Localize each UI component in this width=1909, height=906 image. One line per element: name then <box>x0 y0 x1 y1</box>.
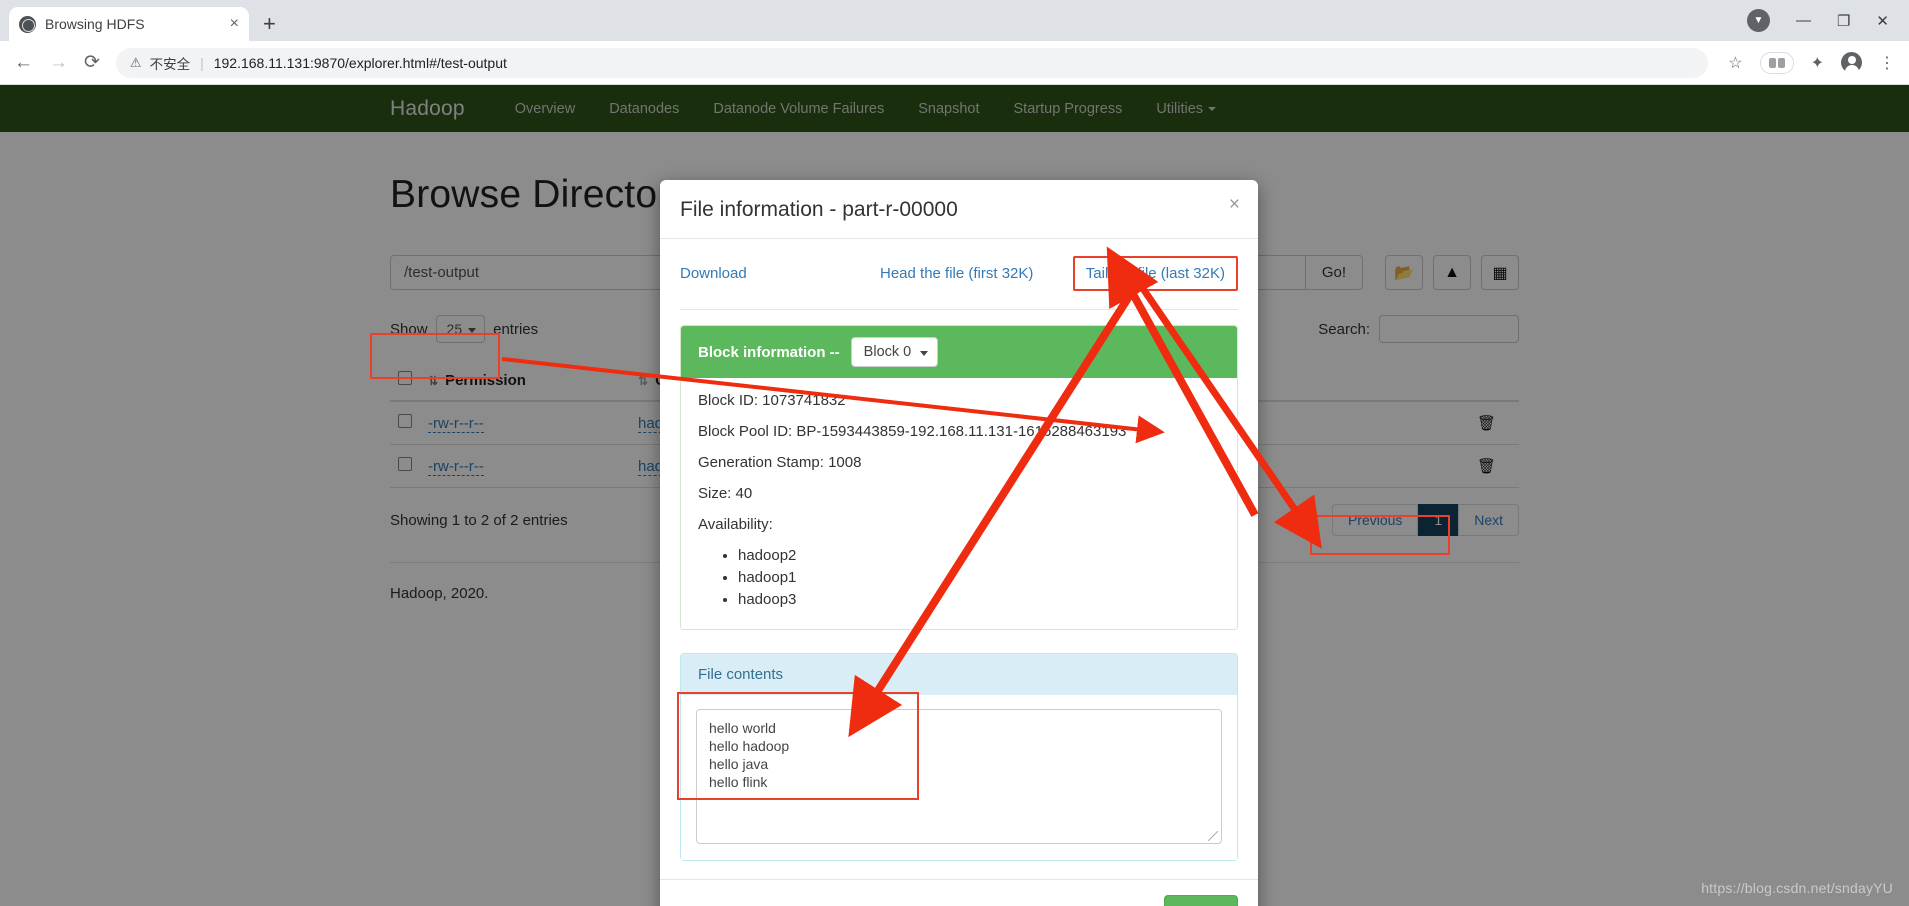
window-controls: ▼ — ❐ ✕ <box>1746 0 1909 41</box>
minimize-button[interactable]: — <box>1796 12 1811 29</box>
download-icon[interactable]: ▼ <box>1746 9 1770 32</box>
page-viewport: Hadoop Overview Datanodes Datanode Volum… <box>0 85 1909 906</box>
warning-icon: ⚠ <box>129 54 142 70</box>
list-item: hadoop3 <box>738 591 1220 608</box>
list-item: hadoop1 <box>738 569 1220 586</box>
close-button[interactable]: Close <box>1163 895 1238 906</box>
block-information-label: Block information -- <box>698 343 840 361</box>
block-information-header: Block information -- Block 0 <box>681 326 1237 378</box>
dialog-footer: Close <box>660 879 1258 906</box>
bookmark-star-icon[interactable]: ☆ <box>1728 53 1742 73</box>
security-label: 不安全 <box>149 56 191 72</box>
file-contents-textarea[interactable]: hello world hello hadoop hello java hell… <box>696 709 1222 844</box>
address-bar[interactable]: ⚠ 不安全 | 192.168.11.131:9870/explorer.htm… <box>115 47 1709 78</box>
resize-handle-icon[interactable] <box>1208 831 1218 841</box>
block-id: Block ID: 1073741832 <box>698 392 846 409</box>
file-action-links: Download Head the file (first 32K) Tail … <box>680 256 1238 291</box>
tail-file-link[interactable]: Tail the file (last 32K) <box>1072 256 1238 291</box>
browser-window: Browsing HDFS × + ▼ — ❐ ✕ ← → ⟳ ⚠ 不安全 | … <box>0 0 1909 906</box>
media-panel-icon[interactable] <box>1759 51 1794 74</box>
dialog-title: File information - part-r-00000 <box>680 198 958 221</box>
block-size-value: Size: 40 <box>698 485 753 502</box>
head-file-link[interactable]: Head the file (first 32K) <box>880 265 1073 282</box>
new-tab-button[interactable]: + <box>263 13 276 35</box>
globe-icon <box>19 15 36 33</box>
availability-list: hadoop2 hadoop1 hadoop3 <box>698 547 1220 608</box>
close-icon[interactable]: × <box>230 16 239 32</box>
file-contents-header: File contents <box>681 654 1237 695</box>
block-select[interactable]: Block 0 <box>850 337 939 367</box>
reload-button[interactable]: ⟳ <box>84 53 100 72</box>
window-close-button[interactable]: ✕ <box>1876 12 1889 30</box>
generation-stamp: Generation Stamp: 1008 <box>698 454 862 471</box>
browser-menu-icon[interactable]: ⋮ <box>1879 53 1895 73</box>
extensions-puzzle-icon[interactable]: ✦ <box>1811 53 1824 73</box>
back-button[interactable]: ← <box>14 53 33 72</box>
maximize-button[interactable]: ❐ <box>1837 12 1850 30</box>
block-pool-id: Block Pool ID: BP-1593443859-192.168.11.… <box>698 423 1127 440</box>
block-information-body: Block ID: 1073741832 Block Pool ID: BP-1… <box>681 378 1237 629</box>
download-link[interactable]: Download <box>680 265 880 282</box>
toolbar-icons: ☆ ✦ ⋮ <box>1724 51 1895 74</box>
list-item: hadoop2 <box>738 547 1220 564</box>
watermark-text: https://blog.csdn.net/sndayYU <box>1701 880 1893 896</box>
forward-button[interactable]: → <box>49 53 68 72</box>
profile-avatar-icon[interactable] <box>1841 52 1862 74</box>
browser-tab[interactable]: Browsing HDFS × <box>9 7 249 41</box>
file-contents-body: hello world hello hadoop hello java hell… <box>681 695 1237 860</box>
close-icon[interactable]: × <box>1229 194 1240 216</box>
dialog-divider <box>680 309 1238 310</box>
dialog-body: Download Head the file (first 32K) Tail … <box>660 239 1258 879</box>
file-contents-panel: File contents hello world hello hadoop h… <box>680 653 1238 861</box>
tab-title: Browsing HDFS <box>45 16 145 32</box>
tab-strip: Browsing HDFS × + ▼ — ❐ ✕ <box>0 0 1909 41</box>
url-text: 192.168.11.131:9870/explorer.html#/test-… <box>213 54 507 71</box>
file-information-dialog: File information - part-r-00000 × Downlo… <box>660 180 1258 906</box>
browser-toolbar: ← → ⟳ ⚠ 不安全 | 192.168.11.131:9870/explor… <box>0 41 1909 85</box>
availability-label: Availability: <box>698 516 773 533</box>
dialog-header: File information - part-r-00000 × <box>660 180 1258 239</box>
block-information-panel: Block information -- Block 0 Block ID: 1… <box>680 325 1238 630</box>
omnibox-separator: | <box>200 54 204 71</box>
